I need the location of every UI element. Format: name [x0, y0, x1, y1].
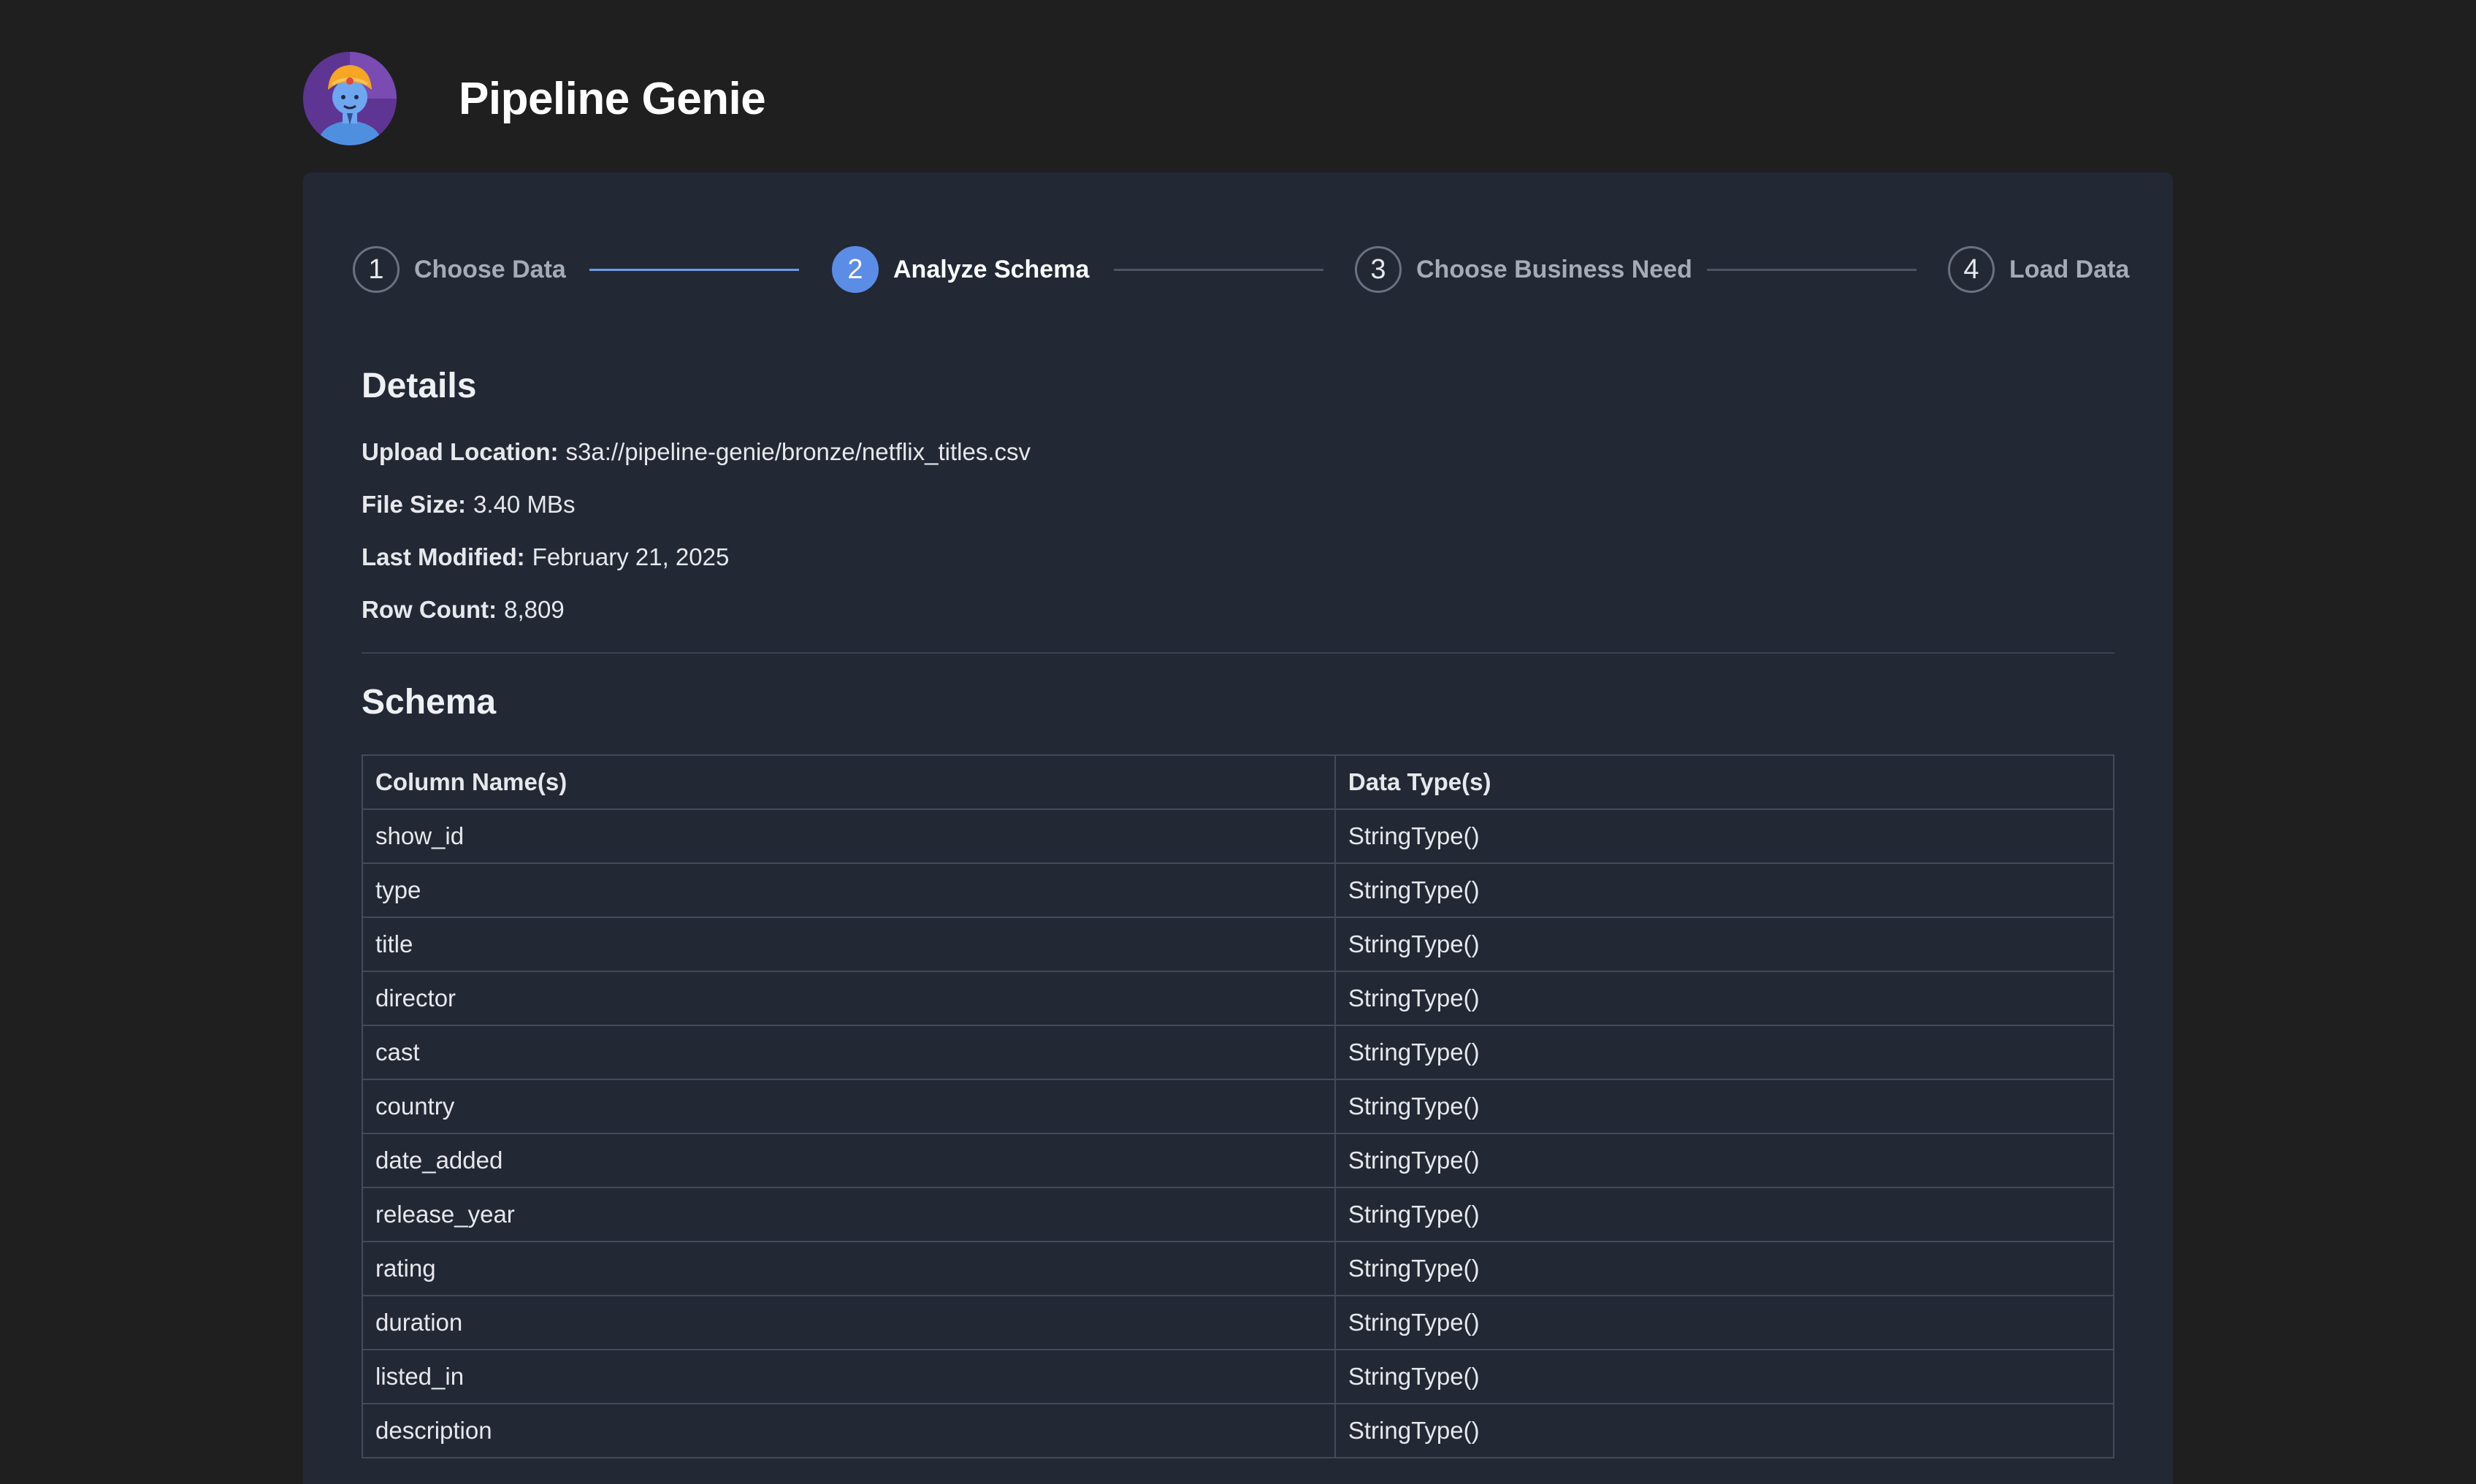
detail-file-size: File Size: 3.40 MBs — [362, 491, 575, 519]
column-header-type: Data Type(s) — [1334, 754, 2115, 810]
detail-value: s3a://pipeline-genie/bronze/netflix_titl… — [565, 438, 1031, 465]
data-type-cell: StringType() — [1334, 863, 2115, 918]
detail-value: 8,809 — [504, 596, 565, 623]
main-card: 1 Choose Data 2 Analyze Schema 3 Choose … — [303, 172, 2173, 1484]
data-type-cell: StringType() — [1334, 1079, 2115, 1134]
step-number: 4 — [1948, 246, 1995, 293]
detail-value: February 21, 2025 — [532, 543, 730, 570]
table-header-row: Column Name(s) Data Type(s) — [362, 754, 2115, 810]
column-name-cell: title — [362, 917, 1336, 972]
table-row: type StringType() — [362, 863, 2115, 918]
app-root: Pipeline Genie 1 Choose Data 2 Analyze S… — [0, 0, 2476, 1484]
detail-row-count: Row Count: 8,809 — [362, 596, 565, 624]
column-name-cell: duration — [362, 1295, 1336, 1350]
data-type-cell: StringType() — [1334, 1133, 2115, 1188]
genie-avatar-icon — [303, 52, 397, 145]
detail-upload-location: Upload Location: s3a://pipeline-genie/bro… — [362, 438, 1031, 466]
step-analyze-schema[interactable]: 2 Analyze Schema — [832, 245, 1089, 294]
table-row: date_added StringType() — [362, 1133, 2115, 1188]
section-divider — [362, 652, 2114, 654]
detail-label: File Size: — [362, 491, 467, 518]
data-type-cell: StringType() — [1334, 1241, 2115, 1296]
column-name-cell: listed_in — [362, 1349, 1336, 1404]
step-label: Choose Data — [414, 255, 566, 283]
data-type-cell: StringType() — [1334, 1403, 2115, 1458]
step-number: 3 — [1355, 246, 1402, 293]
step-label: Load Data — [2009, 255, 2130, 283]
details-heading: Details — [362, 367, 477, 405]
step-connector — [1114, 269, 1323, 271]
detail-label: Last Modified: — [362, 543, 525, 570]
step-connector — [1707, 269, 1917, 271]
step-connector-completed — [589, 269, 799, 271]
step-choose-business-need[interactable]: 3 Choose Business Need — [1355, 245, 1692, 294]
step-choose-data[interactable]: 1 Choose Data — [353, 245, 566, 294]
data-type-cell: StringType() — [1334, 1295, 2115, 1350]
column-name-cell: type — [362, 863, 1336, 918]
data-type-cell: StringType() — [1334, 971, 2115, 1026]
table-row: cast StringType() — [362, 1025, 2115, 1080]
step-label: Choose Business Need — [1416, 255, 1692, 283]
detail-label: Row Count: — [362, 596, 497, 623]
table-row: release_year StringType() — [362, 1187, 2115, 1242]
table-row: rating StringType() — [362, 1241, 2115, 1296]
app-title: Pipeline Genie — [459, 73, 766, 124]
table-row: director StringType() — [362, 971, 2115, 1026]
table-row: title StringType() — [362, 917, 2115, 972]
step-label-active: Analyze Schema — [893, 255, 1090, 283]
data-type-cell: StringType() — [1334, 917, 2115, 972]
schema-heading: Schema — [362, 683, 497, 722]
detail-value: 3.40 MBs — [473, 491, 576, 518]
table-row: country StringType() — [362, 1079, 2115, 1134]
column-name-cell: director — [362, 971, 1336, 1026]
column-name-cell: show_id — [362, 808, 1336, 864]
step-load-data[interactable]: 4 Load Data — [1948, 245, 2129, 294]
schema-table: Column Name(s) Data Type(s) show_id Strin… — [362, 754, 2115, 1458]
column-name-cell: description — [362, 1403, 1336, 1458]
column-header-name: Column Name(s) — [362, 754, 1336, 810]
column-name-cell: cast — [362, 1025, 1336, 1080]
table-row: description StringType() — [362, 1403, 2115, 1458]
stepper: 1 Choose Data 2 Analyze Schema 3 Choose … — [353, 245, 2135, 294]
step-number-active: 2 — [832, 246, 879, 293]
column-name-cell: country — [362, 1079, 1336, 1134]
column-name-cell: date_added — [362, 1133, 1336, 1188]
detail-label: Upload Location: — [362, 438, 559, 465]
step-number: 1 — [353, 246, 400, 293]
data-type-cell: StringType() — [1334, 808, 2115, 864]
column-name-cell: release_year — [362, 1187, 1336, 1242]
app-header: Pipeline Genie — [303, 51, 766, 146]
detail-last-modified: Last Modified: February 21, 2025 — [362, 543, 729, 571]
data-type-cell: StringType() — [1334, 1025, 2115, 1080]
data-type-cell: StringType() — [1334, 1187, 2115, 1242]
table-row: duration StringType() — [362, 1295, 2115, 1350]
data-type-cell: StringType() — [1334, 1349, 2115, 1404]
column-name-cell: rating — [362, 1241, 1336, 1296]
table-row: listed_in StringType() — [362, 1349, 2115, 1404]
table-row: show_id StringType() — [362, 808, 2115, 864]
